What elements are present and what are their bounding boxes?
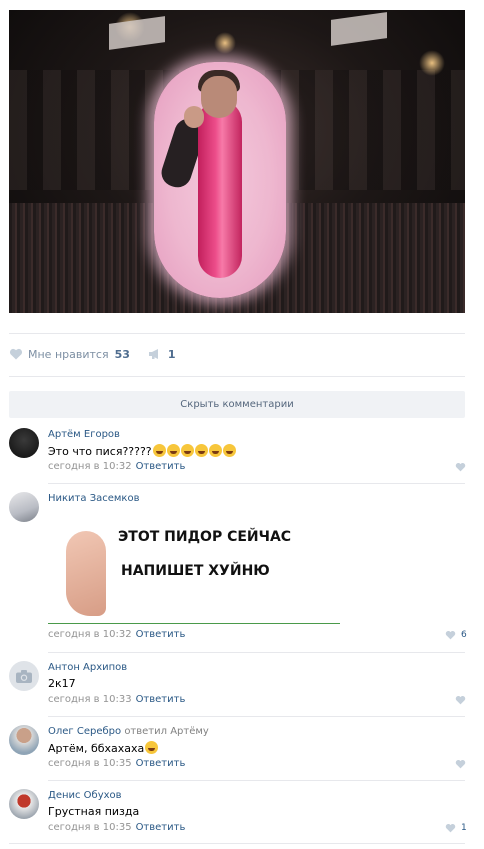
heart-icon xyxy=(455,760,466,769)
avatar[interactable] xyxy=(9,661,39,691)
heart-icon xyxy=(455,463,466,472)
laughing-emoji-icon xyxy=(208,444,222,457)
heart-icon xyxy=(9,348,23,360)
separator xyxy=(9,376,465,377)
photo-street-light xyxy=(214,32,236,54)
separator xyxy=(48,652,465,653)
comment-like-button[interactable] xyxy=(455,759,466,769)
comment-meta: сегодня в 10:35 Ответить xyxy=(48,758,185,769)
separator xyxy=(48,483,465,484)
comment-meta: сегодня в 10:33 Ответить xyxy=(48,694,185,705)
photo-street-light xyxy=(419,50,445,76)
reply-button[interactable]: Ответить xyxy=(136,629,186,640)
comment-time[interactable]: сегодня в 10:32 xyxy=(48,461,132,472)
separator xyxy=(9,843,465,844)
reply-to-label[interactable]: ответил Артёму xyxy=(124,726,209,737)
post-photo[interactable] xyxy=(9,10,465,313)
comment-like-button[interactable] xyxy=(455,695,466,705)
camera-icon xyxy=(16,669,32,683)
laughing-emoji-icon xyxy=(152,444,166,457)
like-label: Мне нравится xyxy=(28,347,109,361)
comment-author: Олег Серебро ответил Артёму xyxy=(48,726,209,737)
comment-text: 2к17 xyxy=(48,677,76,690)
comment-author[interactable]: Денис Обухов xyxy=(48,790,122,801)
comment-meme-image[interactable]: ЭТОТ ПИДОР СЕЙЧАС НАПИШЕТ ХУЙНЮ xyxy=(48,521,340,624)
share-count: 1 xyxy=(167,347,176,361)
comment-time[interactable]: сегодня в 10:33 xyxy=(48,694,132,705)
hide-comments-button[interactable]: Скрыть комментарии xyxy=(9,391,465,418)
like-button[interactable]: Мне нравится 53 xyxy=(9,348,130,361)
laughing-emoji-icon xyxy=(145,741,159,754)
comment-text: Это что пися????? xyxy=(48,444,236,458)
comment-author[interactable]: Никита Засемков xyxy=(48,493,139,504)
comment-like-button[interactable]: 6 xyxy=(445,630,467,640)
laughing-emoji-icon xyxy=(222,444,236,457)
reply-button[interactable]: Ответить xyxy=(136,694,186,705)
comment-like-button[interactable]: 1 xyxy=(445,823,467,833)
reply-button[interactable]: Ответить xyxy=(136,461,186,472)
meme-caption-line: НАПИШЕТ ХУЙНЮ xyxy=(121,563,270,579)
laughing-emoji-icon xyxy=(194,444,208,457)
post-actions: Мне нравится 53 1 xyxy=(9,344,176,364)
separator xyxy=(48,780,465,781)
comment-time[interactable]: сегодня в 10:35 xyxy=(48,822,132,833)
separator xyxy=(48,716,465,717)
heart-icon xyxy=(445,631,456,640)
heart-icon xyxy=(445,824,456,833)
pointing-hand-icon xyxy=(66,531,106,616)
photo-hand xyxy=(184,106,204,128)
meme-caption-line: ЭТОТ ПИДОР СЕЙЧАС xyxy=(118,529,292,545)
photo-pink-costume xyxy=(154,62,286,298)
comment-meta: сегодня в 10:32 Ответить xyxy=(48,461,185,472)
comment-time[interactable]: сегодня в 10:35 xyxy=(48,758,132,769)
laughing-emoji-icon xyxy=(166,444,180,457)
comment-meta: сегодня в 10:32 Ответить xyxy=(48,629,185,640)
avatar[interactable] xyxy=(9,492,39,522)
reply-button[interactable]: Ответить xyxy=(136,822,186,833)
comment-author[interactable]: Артём Егоров xyxy=(48,429,120,440)
megaphone-icon xyxy=(148,349,158,359)
comment-author[interactable]: Антон Архипов xyxy=(48,662,127,673)
avatar[interactable] xyxy=(9,725,39,755)
comment-text: Грустная пизда xyxy=(48,805,140,818)
comment-like-count: 1 xyxy=(461,823,467,833)
comment-like-button[interactable] xyxy=(455,462,466,472)
comment-author-name[interactable]: Олег Серебро xyxy=(48,726,121,737)
photo-face xyxy=(201,76,237,118)
comment-text: Артём, ббхахаха xyxy=(48,741,159,755)
meme-underline xyxy=(48,623,340,624)
photo-flag xyxy=(331,12,387,46)
separator xyxy=(9,333,465,334)
avatar[interactable] xyxy=(9,428,39,458)
comment-time[interactable]: сегодня в 10:32 xyxy=(48,629,132,640)
photo-costume-inner xyxy=(198,100,242,278)
comment-like-count: 6 xyxy=(461,630,467,640)
share-button[interactable]: 1 xyxy=(148,348,176,361)
comment-meta: сегодня в 10:35 Ответить xyxy=(48,822,185,833)
reply-button[interactable]: Ответить xyxy=(136,758,186,769)
avatar[interactable] xyxy=(9,789,39,819)
heart-icon xyxy=(455,696,466,705)
like-count: 53 xyxy=(114,347,130,361)
laughing-emoji-icon xyxy=(180,444,194,457)
